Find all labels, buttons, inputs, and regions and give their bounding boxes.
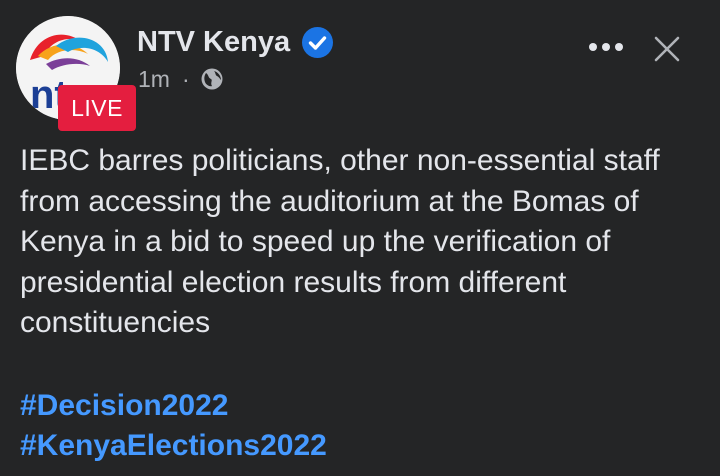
logo-tagline: uning (18, 108, 40, 118)
meta-separator: · (181, 65, 190, 92)
close-button[interactable] (646, 32, 688, 66)
page-name-row: NTV Kenya (137, 22, 334, 62)
page-name-link[interactable]: NTV Kenya (137, 26, 290, 59)
live-badge: LIVE (58, 85, 136, 131)
close-icon (654, 36, 680, 62)
facebook-post: ntv uning LIVE NTV Kenya 1m · (0, 0, 720, 476)
verified-badge-icon (302, 26, 334, 58)
post-meta: 1m · (138, 64, 224, 94)
hashtag-link-kenyaelections2022[interactable]: #KenyaElections2022 (20, 426, 700, 466)
post-timestamp[interactable]: 1m (138, 66, 170, 93)
hashtag-link-decision2022[interactable]: #Decision2022 (20, 386, 700, 426)
page-avatar-wrapper[interactable]: ntv uning LIVE (16, 16, 136, 131)
hashtag-list: #Decision2022 #KenyaElections2022 (20, 386, 700, 466)
more-options-button[interactable] (585, 32, 627, 62)
globe-icon[interactable] (200, 67, 224, 91)
post-body-text: IEBC barres politicians, other non-essen… (20, 144, 660, 339)
more-options-icon (589, 43, 623, 51)
